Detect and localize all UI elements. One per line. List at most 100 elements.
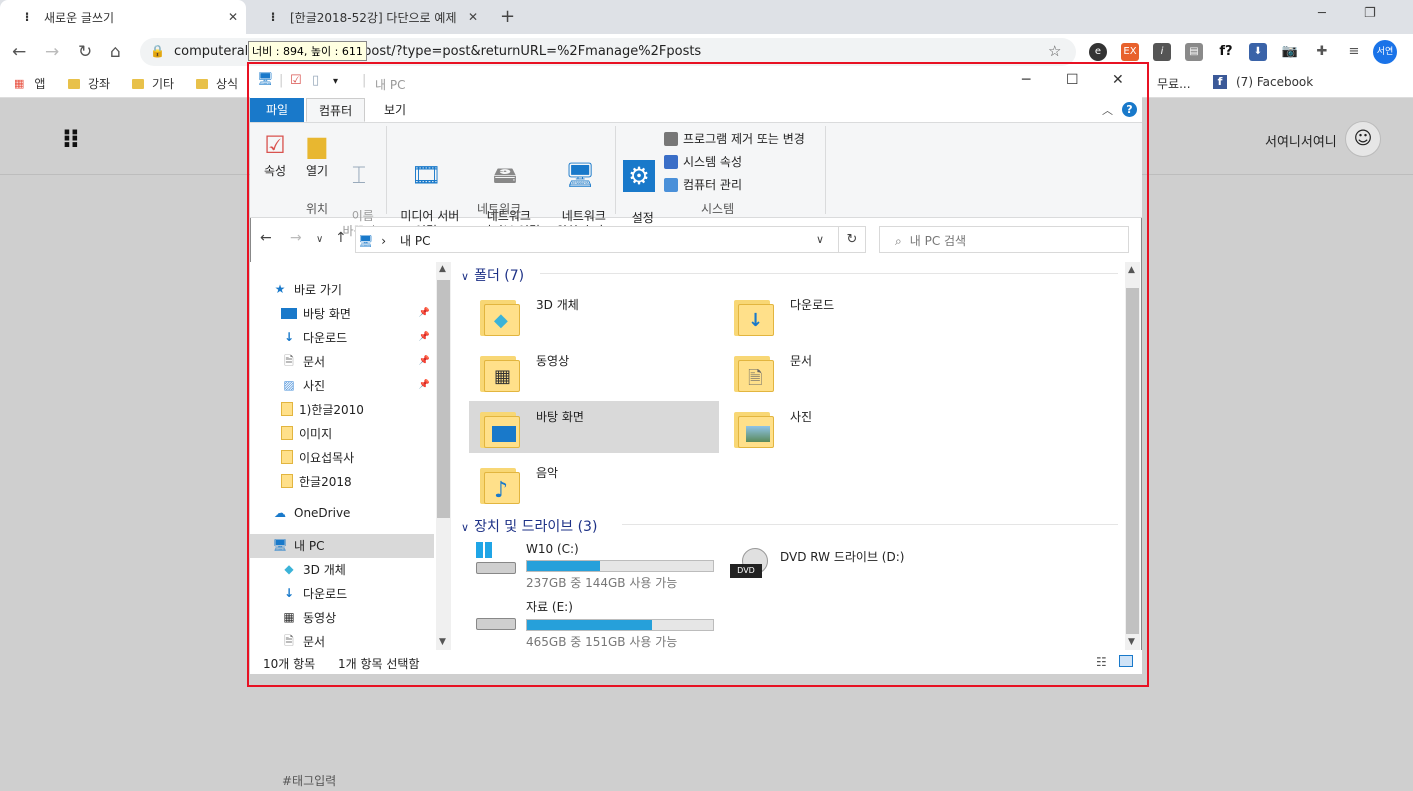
- properties-button[interactable]: ☑ 속성: [258, 130, 292, 179]
- details-view-icon[interactable]: ☷: [1096, 655, 1107, 669]
- nav-documents[interactable]: 🗎 문서 📌: [250, 350, 434, 372]
- folder-item[interactable]: ↓ 다운로드: [734, 296, 834, 338]
- system-properties-icon: [664, 154, 678, 169]
- collapse-ribbon-icon[interactable]: ︿: [1102, 102, 1113, 118]
- nav-folder[interactable]: 한글2018: [250, 470, 434, 492]
- folder-item[interactable]: ◆ 3D 개체: [480, 296, 579, 338]
- nav-this-pc[interactable]: 🖥 내 PC: [250, 534, 434, 556]
- properties-icon[interactable]: ☑: [290, 73, 302, 88]
- chevron-down-icon[interactable]: ▾: [333, 76, 338, 87]
- folder-item[interactable]: 바탕 화면: [480, 408, 584, 450]
- camera-icon[interactable]: 📷: [1281, 43, 1299, 61]
- user-avatar[interactable]: ☺: [1345, 121, 1381, 157]
- up-icon[interactable]: ↑: [335, 230, 347, 246]
- folder-item[interactable]: 사진: [734, 408, 812, 450]
- content-scrollbar-thumb[interactable]: [1126, 288, 1139, 634]
- drives-section-header[interactable]: ∨ 장치 및 드라이브 (3): [461, 516, 597, 536]
- nav-downloads[interactable]: ↓ 다운로드: [250, 582, 434, 604]
- scroll-up-icon[interactable]: ▲: [439, 264, 446, 274]
- nav-desktop[interactable]: 바탕 화면 📌: [250, 302, 434, 324]
- map-network-drive-button[interactable]: 🖴 네트워크 드라이브 연결: [462, 130, 548, 239]
- drive-item[interactable]: W10 (C:) 237GB 중 144GB 사용 가능: [474, 542, 714, 591]
- nav-videos[interactable]: ▦ 동영상: [250, 606, 434, 628]
- profile-avatar[interactable]: 서연: [1373, 40, 1397, 64]
- reload-icon[interactable]: ↻: [78, 42, 92, 62]
- new-folder-icon[interactable]: ▯: [312, 73, 319, 88]
- user-name[interactable]: 서여니서여니: [1265, 131, 1337, 150]
- tab-computer[interactable]: 컴퓨터: [306, 98, 366, 122]
- star-icon[interactable]: ☆: [1048, 42, 1061, 60]
- tab-file[interactable]: 파일: [250, 98, 304, 122]
- folder-item[interactable]: ♪ 음악: [480, 464, 558, 506]
- tistory-logo[interactable]: ⁝⁝: [62, 124, 80, 154]
- browser-tab[interactable]: ⁝ [한글2018-52강] 다단으로 예제 ✕: [246, 0, 486, 34]
- close-icon[interactable]: ✕: [1112, 72, 1124, 88]
- nav-pictures[interactable]: ▨ 사진 📌: [250, 374, 434, 396]
- ribbon-separator: [615, 126, 616, 214]
- forward-icon[interactable]: →: [45, 42, 59, 62]
- close-icon[interactable]: ✕: [228, 10, 238, 24]
- bookmark-facebook[interactable]: f (7) Facebook: [1213, 75, 1313, 89]
- open-settings-button[interactable]: ⚙ 설정 열기: [622, 130, 656, 241]
- tag-input[interactable]: #태그입력: [282, 772, 336, 789]
- nav-3d-objects[interactable]: ◆ 3D 개체: [250, 558, 434, 580]
- scroll-down-icon[interactable]: ▼: [1128, 637, 1135, 647]
- open-button[interactable]: ▆ 열기: [300, 130, 334, 179]
- bookmark-item[interactable]: 무료...: [1157, 75, 1191, 92]
- address-dropdown-icon[interactable]: ∨: [816, 233, 824, 246]
- extension-icon[interactable]: e: [1089, 43, 1107, 61]
- system-properties-button[interactable]: 시스템 속성: [664, 153, 742, 170]
- add-network-location-button[interactable]: 🖥 네트워크 위치 추가: [552, 130, 608, 239]
- folders-section-header[interactable]: ∨ 폴더 (7): [461, 265, 524, 285]
- browser-tab[interactable]: ⁝ 새로운 글쓰기 ✕: [0, 0, 246, 34]
- nav-scrollbar-thumb[interactable]: [437, 280, 450, 518]
- back-icon[interactable]: ←: [12, 42, 26, 62]
- font-extension-icon[interactable]: f?: [1217, 43, 1235, 61]
- puzzle-icon[interactable]: ✚: [1313, 43, 1331, 61]
- folder-item[interactable]: ▦ 동영상: [480, 352, 569, 394]
- folder-item[interactable]: 🗎 문서: [734, 352, 812, 394]
- nav-folder[interactable]: 이요섭목사: [250, 446, 434, 468]
- bookmark-folder[interactable]: 기타: [132, 75, 174, 92]
- desktop-folder-icon: [480, 408, 520, 450]
- nav-folder[interactable]: 1)한글2010: [250, 398, 434, 420]
- extension-icon[interactable]: EX: [1121, 43, 1139, 61]
- bookmark-folder[interactable]: 강좌: [68, 75, 110, 92]
- computer-management-button[interactable]: 컴퓨터 관리: [664, 176, 742, 193]
- nav-documents[interactable]: 🗎 문서: [250, 630, 434, 652]
- minimize-icon[interactable]: ─: [1318, 6, 1326, 21]
- playlist-icon[interactable]: ≡: [1345, 43, 1363, 61]
- maximize-icon[interactable]: ☐: [1066, 72, 1079, 88]
- refresh-icon[interactable]: ↻: [838, 226, 866, 253]
- maximize-icon[interactable]: ❐: [1364, 6, 1376, 21]
- tab-view[interactable]: 보기: [372, 98, 418, 122]
- nav-onedrive[interactable]: ☁ OneDrive: [250, 502, 434, 524]
- this-pc-icon: 🖥: [257, 72, 274, 87]
- forward-icon[interactable]: →: [290, 230, 302, 246]
- rename-button[interactable]: ⌶ 이름 바꾸기: [338, 130, 380, 239]
- bookmark-folder[interactable]: 상식: [196, 75, 238, 92]
- address-path[interactable]: 🖥 › 내 PC: [358, 232, 431, 249]
- back-icon[interactable]: ←: [260, 230, 272, 246]
- new-tab-button[interactable]: +: [500, 6, 515, 27]
- recent-locations-icon[interactable]: ∨: [316, 234, 323, 245]
- close-icon[interactable]: ✕: [468, 10, 478, 24]
- large-icons-view-icon[interactable]: [1119, 655, 1133, 667]
- extension-icon[interactable]: ▤: [1185, 43, 1203, 61]
- media-server-button[interactable]: 🎞 미디어 서버 연결: [392, 130, 460, 239]
- bookmark-apps[interactable]: ▦ 앱: [14, 75, 45, 92]
- home-icon[interactable]: ⌂: [110, 42, 121, 62]
- nav-folder[interactable]: 이미지: [250, 422, 434, 444]
- drive-item[interactable]: 자료 (E:) 465GB 중 151GB 사용 가능: [474, 598, 714, 650]
- scroll-up-icon[interactable]: ▲: [1128, 265, 1135, 275]
- scroll-down-icon[interactable]: ▼: [439, 637, 446, 647]
- drive-item[interactable]: DVD DVD RW 드라이브 (D:): [728, 548, 904, 578]
- minimize-icon[interactable]: ─: [1022, 72, 1030, 88]
- help-icon[interactable]: ?: [1122, 102, 1137, 117]
- uninstall-program-button[interactable]: 프로그램 제거 또는 변경: [664, 130, 805, 147]
- lock-icon[interactable]: 🔒: [150, 44, 165, 58]
- info-extension-icon[interactable]: i: [1153, 43, 1171, 61]
- extension-icon[interactable]: ⬇: [1249, 43, 1267, 61]
- nav-downloads[interactable]: ↓ 다운로드 📌: [250, 326, 434, 348]
- nav-quick-access[interactable]: ★ 바로 가기: [250, 278, 434, 300]
